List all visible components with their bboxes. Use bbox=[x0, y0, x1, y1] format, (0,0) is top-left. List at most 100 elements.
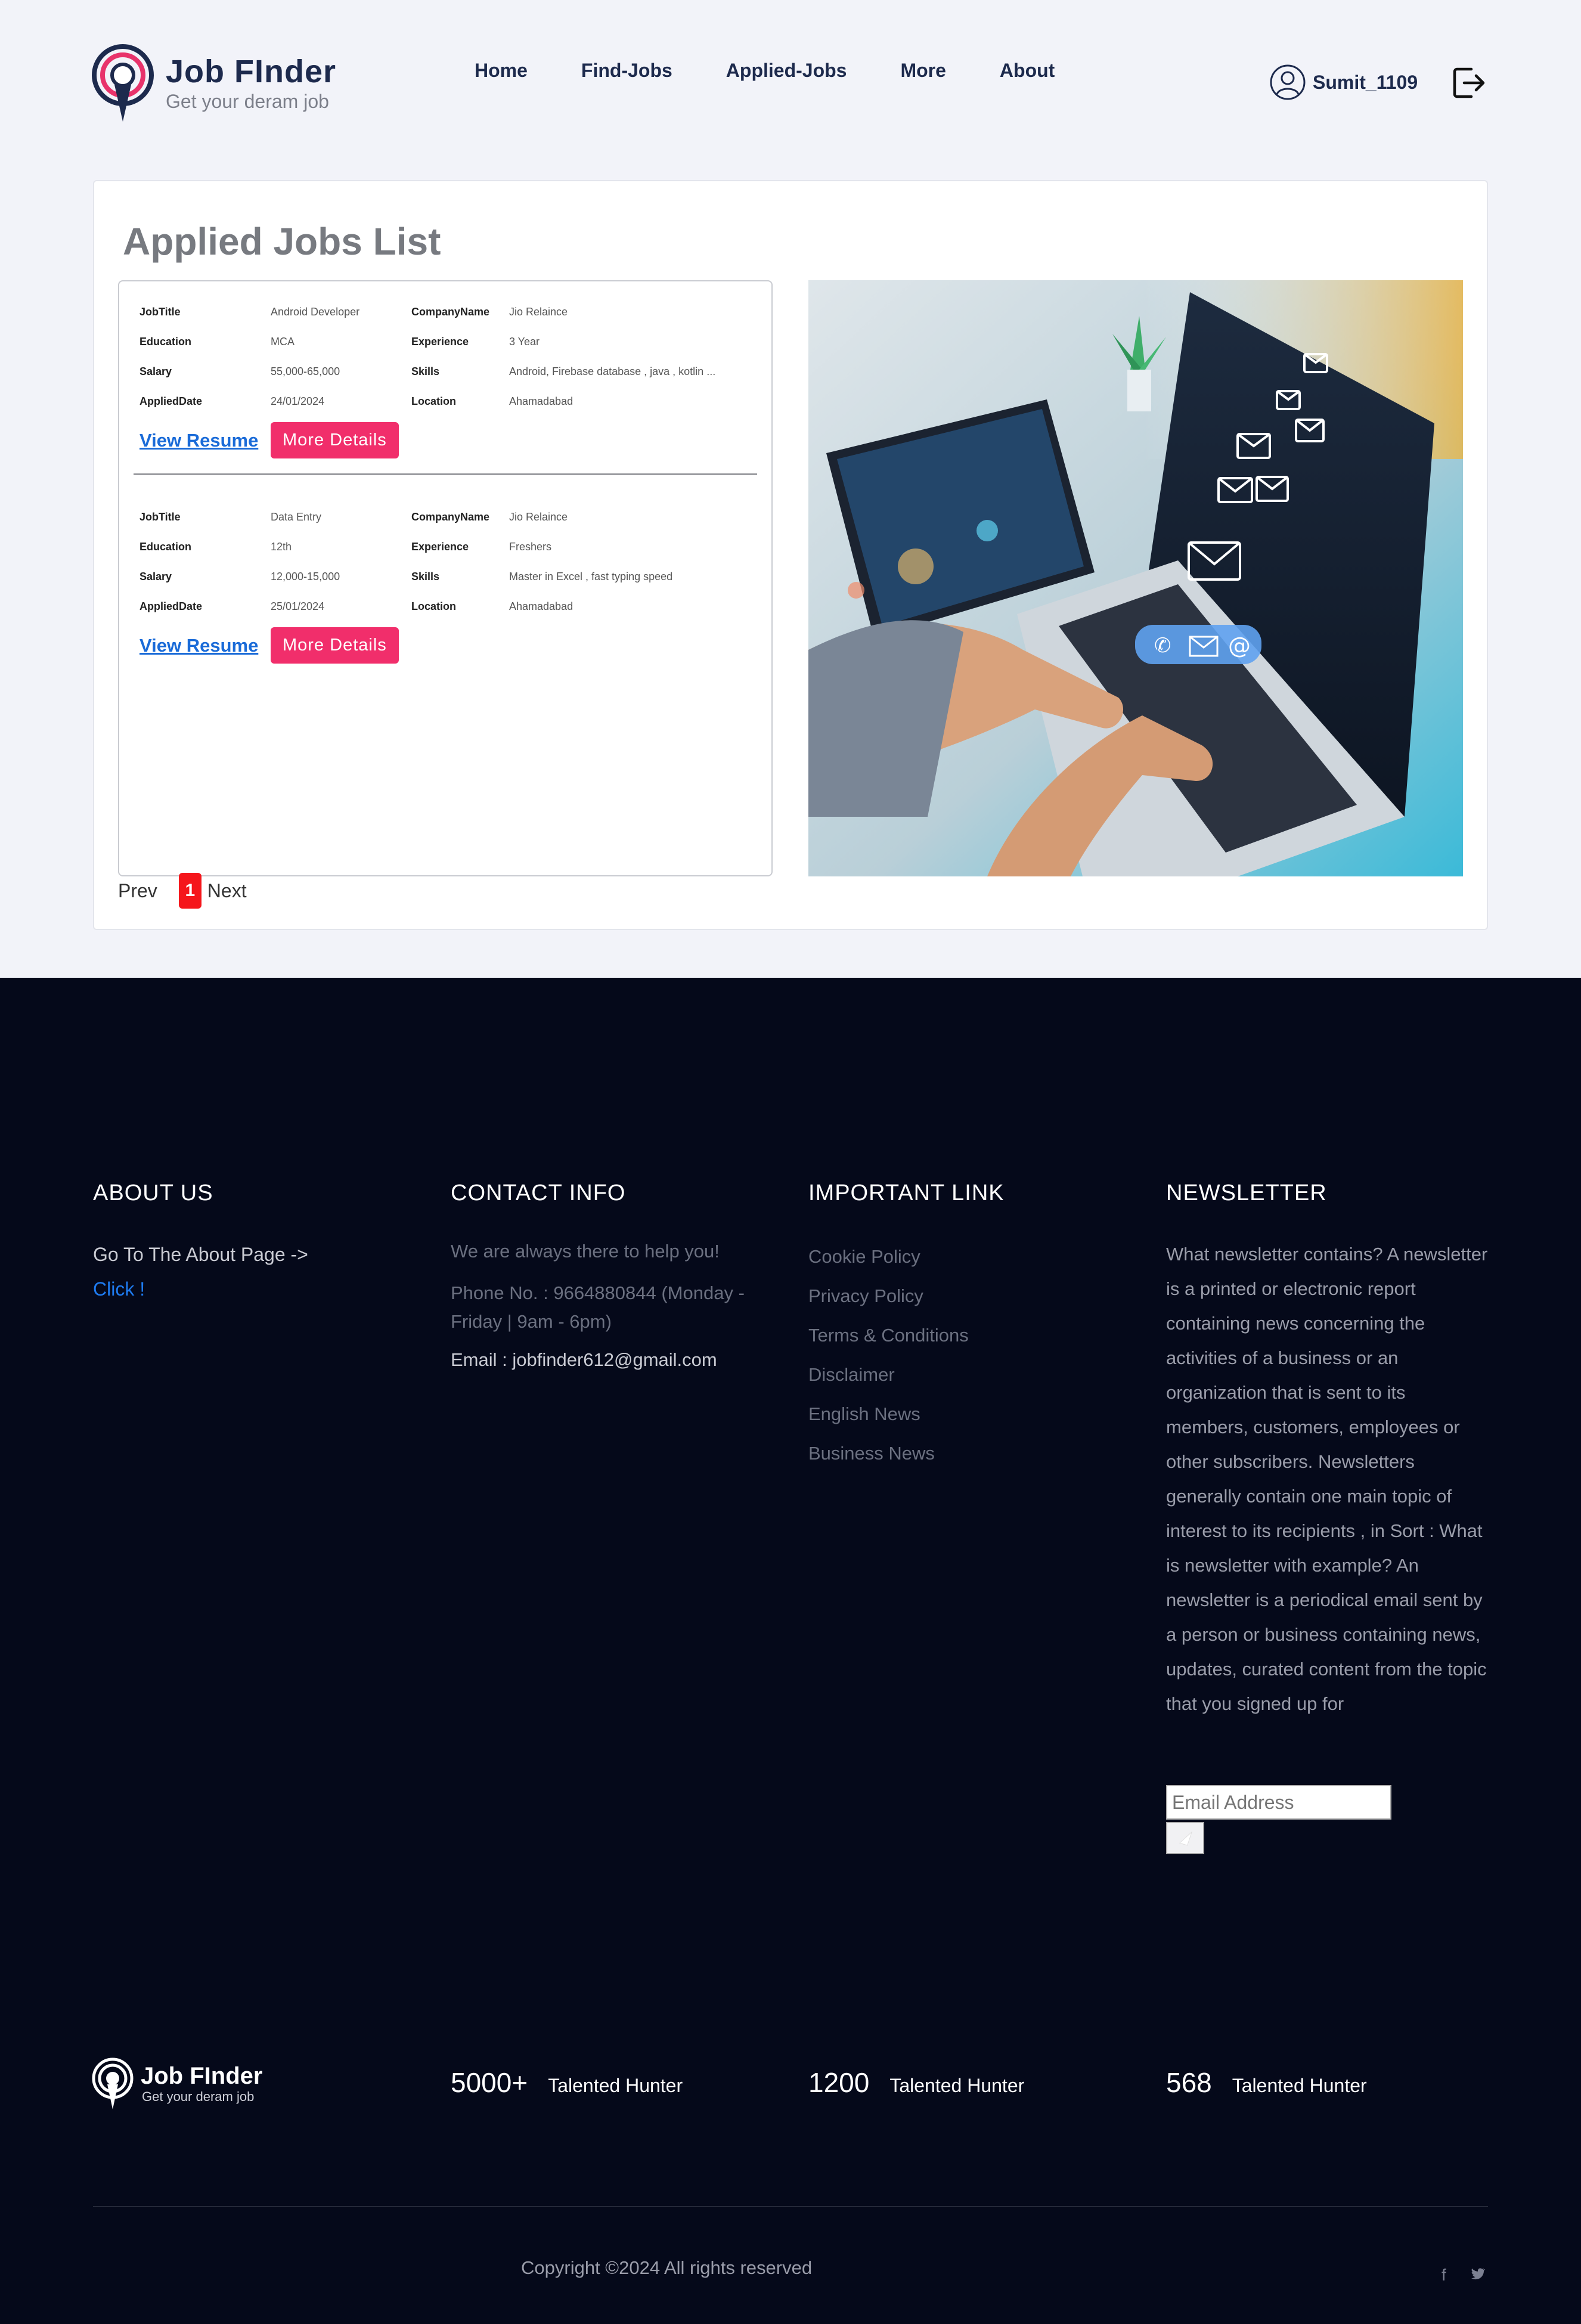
facebook-icon[interactable]: f bbox=[1442, 2266, 1446, 2285]
footer-newsletter: NEWSLETTER What newsletter contains? A n… bbox=[1166, 1180, 1500, 1721]
view-resume-link[interactable]: View Resume bbox=[140, 635, 271, 656]
job-title-value: Android Developer bbox=[271, 305, 360, 318]
skills-label: Skills bbox=[411, 365, 440, 377]
location-value: Ahamadabad bbox=[509, 600, 574, 612]
nav-about[interactable]: About bbox=[1000, 60, 1055, 82]
more-details-button[interactable]: More Details bbox=[271, 627, 399, 664]
applied-date-value: 25/01/2024 bbox=[271, 600, 325, 612]
footer-logo-pin-icon bbox=[92, 2057, 134, 2109]
nav-more[interactable]: More bbox=[900, 60, 946, 82]
footer-logo-subtitle: Get your deram job bbox=[142, 2089, 255, 2104]
skills-label: Skills bbox=[411, 570, 440, 582]
jobs-list: JobTitle Android Developer CompanyName J… bbox=[118, 280, 773, 876]
logout-icon[interactable] bbox=[1450, 64, 1487, 101]
applied-date-label: AppliedDate bbox=[140, 395, 203, 407]
job-divider bbox=[134, 473, 757, 475]
next-page-link[interactable]: Next bbox=[207, 880, 247, 902]
location-value: Ahamadabad bbox=[509, 395, 574, 407]
prev-page-link[interactable]: Prev bbox=[118, 880, 157, 902]
company-value: Jio Relaince bbox=[509, 510, 568, 523]
newsletter-heading: NEWSLETTER bbox=[1166, 1180, 1327, 1206]
pagination: Prev 1 Next bbox=[118, 873, 247, 909]
company-label: CompanyName bbox=[411, 510, 490, 523]
logo-pin-icon bbox=[92, 44, 154, 122]
salary-value: 55,000-65,000 bbox=[271, 365, 340, 377]
location-label: Location bbox=[411, 395, 456, 407]
about-click-link[interactable]: Click ! bbox=[93, 1272, 427, 1306]
experience-label: Experience bbox=[411, 540, 469, 553]
logo-subtitle: Get your deram job bbox=[166, 91, 329, 112]
salary-label: Salary bbox=[140, 570, 172, 582]
view-resume-link[interactable]: View Resume bbox=[140, 430, 271, 451]
education-value: MCA bbox=[271, 335, 294, 348]
contact-phone: Phone No. : 9664880844 (Monday - Friday … bbox=[451, 1282, 745, 1332]
header: Job FInder Get your deram job Home Find-… bbox=[0, 0, 1581, 167]
link-terms[interactable]: Terms & Conditions bbox=[808, 1316, 1142, 1355]
job-title-label: JobTitle bbox=[140, 305, 181, 318]
page-title: Applied Jobs List bbox=[123, 220, 441, 263]
skills-value: Android, Firebase database , java , kotl… bbox=[509, 365, 716, 377]
contact-heading: CONTACT INFO bbox=[451, 1180, 626, 1206]
footer-contact: CONTACT INFO We are always there to help… bbox=[451, 1180, 785, 1371]
education-label: Education bbox=[140, 335, 192, 348]
links-heading: IMPORTANT LINK bbox=[808, 1180, 1005, 1206]
education-label: Education bbox=[140, 540, 192, 553]
stat-number: 568 bbox=[1166, 2067, 1212, 2098]
company-value: Jio Relaince bbox=[509, 305, 568, 318]
twitter-bird-icon bbox=[1471, 2268, 1486, 2280]
nav-find-jobs[interactable]: Find-Jobs bbox=[581, 60, 672, 82]
footer-links: IMPORTANT LINK Cookie Policy Privacy Pol… bbox=[808, 1180, 1142, 1473]
stat-item: 5000+ Talented Hunter bbox=[451, 2066, 683, 2099]
user-profile[interactable]: Sumit_1109 bbox=[1269, 63, 1418, 101]
stat-item: 568 Talented Hunter bbox=[1166, 2066, 1367, 2099]
applied-jobs-card: Applied Jobs List JobTitle Android Devel… bbox=[93, 180, 1488, 930]
newsletter-send-button[interactable] bbox=[1166, 1822, 1204, 1854]
more-details-button[interactable]: More Details bbox=[271, 422, 399, 458]
twitter-icon[interactable] bbox=[1469, 2266, 1486, 2286]
link-business-news[interactable]: Business News bbox=[808, 1434, 1142, 1473]
education-value: 12th bbox=[271, 540, 292, 553]
experience-label: Experience bbox=[411, 335, 469, 348]
about-text: Go To The About Page -> bbox=[93, 1244, 308, 1265]
svg-text:✆: ✆ bbox=[1154, 634, 1171, 658]
applied-date-label: AppliedDate bbox=[140, 600, 203, 612]
nav-applied-jobs[interactable]: Applied-Jobs bbox=[726, 60, 847, 82]
link-disclaimer[interactable]: Disclaimer bbox=[808, 1355, 1142, 1395]
footer-logo[interactable]: Job FInder Get your deram job bbox=[91, 2057, 262, 2111]
contact-tagline: We are always there to help you! bbox=[451, 1241, 720, 1262]
hero-laptop-image: ✆ @ bbox=[808, 280, 1463, 876]
applied-date-value: 24/01/2024 bbox=[271, 395, 325, 407]
copyright-text: Copyright ©2024 All rights reserved bbox=[521, 2257, 813, 2278]
newsletter-email-input[interactable] bbox=[1166, 1785, 1391, 1820]
experience-value: 3 Year bbox=[509, 335, 540, 348]
footer: ABOUT US Go To The About Page -> Click !… bbox=[0, 978, 1581, 2324]
contact-email[interactable]: Email : jobfinder612@gmail.com bbox=[451, 1349, 785, 1371]
nav-home[interactable]: Home bbox=[475, 60, 528, 82]
location-label: Location bbox=[411, 600, 456, 612]
footer-divider bbox=[93, 2206, 1488, 2207]
link-privacy-policy[interactable]: Privacy Policy bbox=[808, 1276, 1142, 1316]
stat-number: 5000+ bbox=[451, 2067, 528, 2098]
stat-item: 1200 Talented Hunter bbox=[808, 2066, 1024, 2099]
stat-label: Talented Hunter bbox=[889, 2075, 1025, 2096]
stat-label: Talented Hunter bbox=[1232, 2075, 1367, 2096]
user-avatar-icon bbox=[1270, 64, 1306, 100]
stat-label: Talented Hunter bbox=[548, 2075, 683, 2096]
skills-value: Master in Excel , fast typing speed bbox=[509, 570, 673, 582]
link-cookie-policy[interactable]: Cookie Policy bbox=[808, 1237, 1142, 1276]
logo[interactable]: Job FInder Get your deram job bbox=[91, 43, 336, 124]
job-title-label: JobTitle bbox=[140, 510, 181, 523]
current-page[interactable]: 1 bbox=[178, 873, 202, 909]
username: Sumit_1109 bbox=[1313, 71, 1418, 93]
job-title-value: Data Entry bbox=[271, 510, 322, 523]
footer-about: ABOUT US Go To The About Page -> Click ! bbox=[93, 1180, 427, 1306]
newsletter-text: What newsletter contains? A newsletter i… bbox=[1166, 1244, 1488, 1714]
salary-value: 12,000-15,000 bbox=[271, 570, 340, 582]
svg-text:@: @ bbox=[1228, 633, 1251, 659]
company-label: CompanyName bbox=[411, 305, 490, 318]
stat-number: 1200 bbox=[808, 2067, 870, 2098]
link-english-news[interactable]: English News bbox=[808, 1395, 1142, 1434]
salary-label: Salary bbox=[140, 365, 172, 377]
logo-title: Job FInder bbox=[166, 54, 337, 89]
main-nav: Home Find-Jobs Applied-Jobs More About bbox=[475, 60, 1108, 82]
